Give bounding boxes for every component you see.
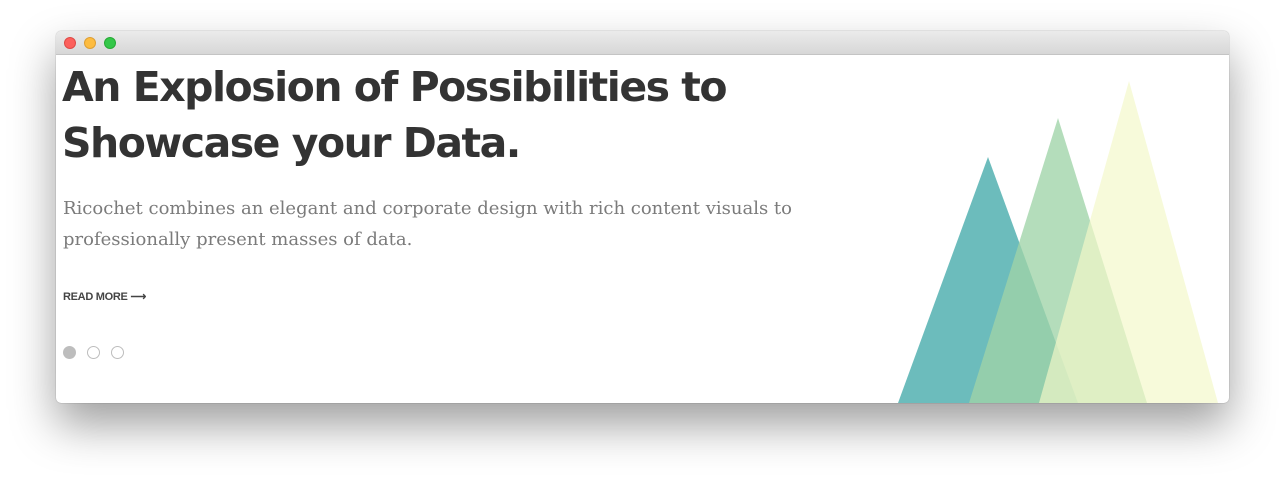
slider-dot-1[interactable] <box>63 346 76 359</box>
slider-dot-2[interactable] <box>87 346 100 359</box>
hero-section: An Explosion of Possibilities to Showcas… <box>56 55 1229 403</box>
window-titlebar <box>56 31 1229 55</box>
hero-description: Ricochet combines an elegant and corpora… <box>63 198 792 250</box>
slider-dot-3[interactable] <box>111 346 124 359</box>
green-triangle <box>969 118 1147 403</box>
yellow-triangle <box>1039 81 1218 403</box>
hero-headline: An Explosion of Possibilities to Showcas… <box>62 59 882 171</box>
read-more-label: READ MORE <box>63 291 128 303</box>
browser-window: An Explosion of Possibilities to Showcas… <box>56 31 1229 403</box>
minimize-window-button[interactable] <box>84 37 96 49</box>
arrow-right-icon: ⟶ <box>130 291 147 303</box>
teal-triangle <box>898 157 1078 403</box>
read-more-link[interactable]: READ MORE ⟶ <box>63 290 146 303</box>
headline-line-1: An Explosion of Possibilities to <box>62 63 728 111</box>
maximize-window-button[interactable] <box>104 37 116 49</box>
headline-line-2: Showcase your Data. <box>62 119 521 167</box>
close-window-button[interactable] <box>64 37 76 49</box>
